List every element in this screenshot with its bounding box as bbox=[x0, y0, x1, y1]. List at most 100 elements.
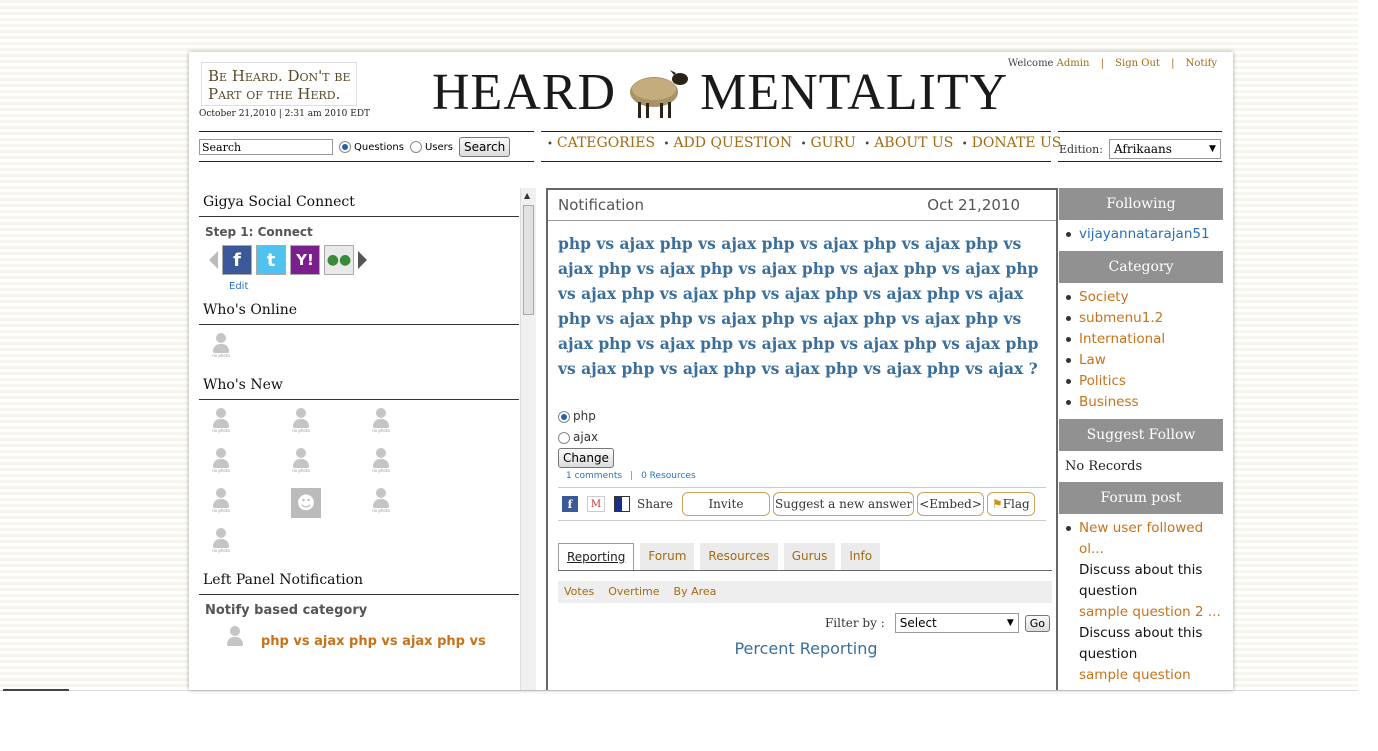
edition-label: Edition: bbox=[1059, 142, 1103, 156]
category-item-society[interactable]: Society bbox=[1063, 287, 1223, 308]
site-logo[interactable]: HEARD MENTALITY bbox=[432, 62, 1008, 122]
avatar[interactable]: no photo bbox=[371, 408, 391, 438]
forum-post-link[interactable]: sample question bbox=[1063, 665, 1223, 686]
avatar[interactable]: no photo bbox=[371, 448, 391, 478]
user-links: Welcome Admin | Sign Out | Notify bbox=[1007, 58, 1217, 69]
share-link[interactable]: Share bbox=[637, 497, 673, 511]
search-input[interactable] bbox=[199, 139, 333, 155]
step-text: Connect bbox=[253, 225, 313, 239]
forum-post-text: Discuss about this question bbox=[1079, 562, 1203, 599]
forum-post-list: New user followed ol... Discuss about thi… bbox=[1059, 514, 1223, 690]
tab-info[interactable]: Info bbox=[841, 543, 881, 570]
change-button[interactable]: Change bbox=[558, 448, 614, 468]
twitter-icon[interactable]: t bbox=[256, 245, 286, 275]
prev-arrow-icon[interactable] bbox=[209, 251, 218, 269]
category-item-business[interactable]: Business bbox=[1063, 392, 1223, 413]
forum-post-title: Forum post bbox=[1059, 482, 1223, 514]
divider bbox=[541, 131, 1051, 132]
nav-add-question[interactable]: ADD QUESTION bbox=[673, 135, 792, 151]
connect-step: Step 1: Connect bbox=[199, 217, 519, 243]
facebook-share-icon[interactable]: f bbox=[562, 496, 578, 512]
flag-icon: ⚑ bbox=[991, 497, 1003, 511]
embed-button[interactable]: <Embed> bbox=[917, 492, 984, 516]
search-bar: Questions Users Search bbox=[199, 137, 511, 157]
comments-link[interactable]: 1 comments bbox=[566, 471, 622, 481]
step-number: Step 1: bbox=[205, 225, 254, 239]
no-records-text: No Records bbox=[1065, 459, 1143, 474]
notify-question-link[interactable]: php vs ajax php vs ajax php vs bbox=[261, 634, 486, 649]
questions-radio-label: Questions bbox=[354, 141, 404, 153]
answer-options: php ajax Change bbox=[548, 391, 1056, 468]
divider bbox=[1058, 161, 1222, 162]
gmail-icon[interactable]: M bbox=[587, 496, 605, 512]
users-radio[interactable] bbox=[409, 141, 422, 153]
suggest-answer-button[interactable]: Suggest a new answer bbox=[772, 492, 915, 516]
next-arrow-icon[interactable] bbox=[358, 251, 367, 269]
facebook-icon[interactable]: f bbox=[222, 245, 252, 275]
edit-link[interactable]: Edit bbox=[199, 277, 519, 296]
left-panel-scrollbar[interactable]: ▲ bbox=[520, 188, 536, 690]
edition-value: Afrikaans bbox=[1113, 142, 1172, 156]
filter-label: Filter by : bbox=[824, 616, 885, 630]
resources-link[interactable]: 0 Resources bbox=[641, 471, 696, 481]
avatar[interactable]: no photo bbox=[291, 408, 311, 438]
tab-reporting[interactable]: Reporting bbox=[558, 543, 635, 570]
subtab-votes[interactable]: Votes bbox=[564, 585, 595, 599]
scroll-thumb[interactable] bbox=[523, 205, 534, 315]
divider bbox=[199, 131, 534, 132]
percent-reporting-title: Percent Reporting bbox=[734, 639, 878, 658]
category-item-politics[interactable]: Politics bbox=[1063, 371, 1223, 392]
tab-gurus[interactable]: Gurus bbox=[783, 543, 836, 570]
avatar[interactable]: no photo bbox=[291, 448, 311, 478]
following-item[interactable]: vijayannatarajan51 bbox=[1063, 224, 1223, 245]
notification-header: Notification Oct 21,2010 bbox=[548, 190, 1056, 221]
invite-button[interactable]: Invite bbox=[681, 492, 770, 516]
avatar[interactable]: no photo bbox=[211, 448, 231, 478]
option-php-radio[interactable] bbox=[558, 410, 570, 423]
avatar[interactable]: no photo bbox=[211, 528, 231, 558]
username-link[interactable]: Admin bbox=[1057, 58, 1090, 69]
users-radio-label: Users bbox=[424, 141, 453, 153]
nav-about-us[interactable]: ABOUT US bbox=[874, 135, 953, 151]
notification-date: Oct 21,2010 bbox=[927, 196, 1020, 214]
delicious-icon[interactable] bbox=[614, 496, 630, 512]
category-item-submenu[interactable]: submenu1.2 bbox=[1063, 308, 1223, 329]
notify-link[interactable]: Notify bbox=[1186, 58, 1217, 69]
flag-button[interactable]: ⚑Flag bbox=[986, 492, 1035, 516]
forum-post-link[interactable]: New user followed ol... bbox=[1063, 518, 1223, 560]
forum-post-link[interactable]: sample question 2 ... bbox=[1063, 602, 1223, 623]
gigya-title: Gigya Social Connect bbox=[199, 188, 519, 217]
question-text[interactable]: php vs ajax php vs ajax php vs ajax php … bbox=[548, 221, 1056, 391]
sign-out-link[interactable]: Sign Out bbox=[1115, 58, 1160, 69]
category-item-international[interactable]: International bbox=[1063, 329, 1223, 350]
avatar[interactable]: no photo bbox=[371, 488, 391, 518]
messenger-icon[interactable]: ●● bbox=[324, 245, 354, 275]
questions-radio[interactable] bbox=[339, 141, 351, 153]
option-ajax-radio[interactable] bbox=[558, 431, 570, 444]
avatar[interactable]: no photo bbox=[211, 333, 231, 363]
page-container: Be Heard. Don't be Part of the Herd. Oct… bbox=[189, 52, 1233, 690]
whos-new-title: Who's New bbox=[199, 371, 519, 400]
subtab-overtime[interactable]: Overtime bbox=[608, 585, 659, 599]
edition-selector: Edition: Afrikaans ▼ bbox=[1059, 139, 1221, 159]
go-button[interactable]: Go bbox=[1024, 614, 1050, 632]
filter-row: Filter by : Select ▼ Go bbox=[548, 603, 1056, 633]
nav-donate-us[interactable]: DONATE US bbox=[972, 135, 1062, 151]
nav-categories[interactable]: CATEGORIES bbox=[557, 135, 655, 151]
yahoo-icon[interactable]: Y! bbox=[290, 245, 320, 275]
category-item-law[interactable]: Law bbox=[1063, 350, 1223, 371]
avatar[interactable]: no photo bbox=[211, 408, 231, 438]
social-connect-row: f t Y! ●● bbox=[199, 243, 519, 277]
subtab-by-area[interactable]: By Area bbox=[674, 585, 717, 599]
search-button[interactable]: Search bbox=[458, 137, 511, 157]
scroll-up-icon[interactable]: ▲ bbox=[524, 191, 530, 200]
edition-select[interactable]: Afrikaans ▼ bbox=[1108, 139, 1221, 159]
avatar[interactable]: no photo bbox=[211, 488, 231, 518]
notify-question-item: php vs ajax php vs ajax php vs bbox=[199, 626, 519, 656]
nav-guru[interactable]: GURU bbox=[811, 135, 856, 151]
divider bbox=[1058, 131, 1222, 132]
tab-resources[interactable]: Resources bbox=[700, 543, 778, 570]
filter-select[interactable]: Select ▼ bbox=[894, 613, 1019, 633]
smiley-avatar-icon[interactable]: ☻ bbox=[291, 488, 321, 518]
tab-forum[interactable]: Forum bbox=[640, 543, 695, 570]
